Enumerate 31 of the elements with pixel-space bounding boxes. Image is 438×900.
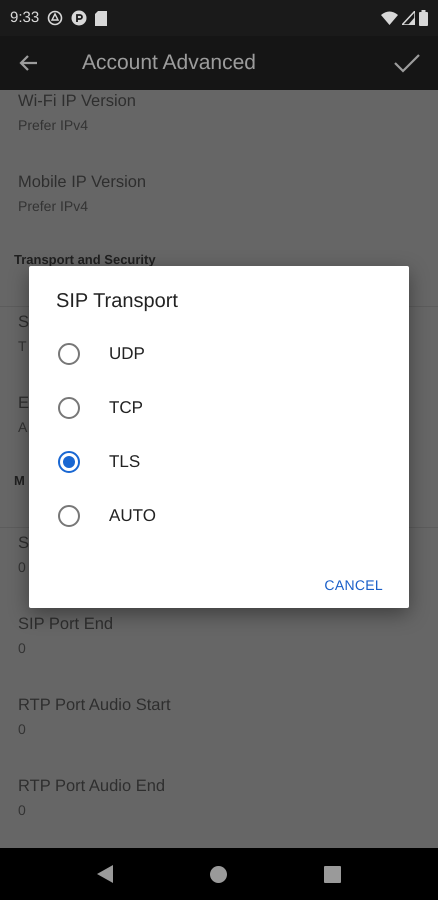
screen-title: Account Advanced	[82, 50, 256, 76]
preference-title: Mobile IP Version	[18, 172, 146, 193]
signal-icon	[402, 11, 415, 25]
radio-option[interactable]: UDP	[56, 327, 383, 381]
preference-title: RTP Port Audio Start	[18, 695, 171, 716]
notification-icon	[71, 10, 88, 26]
radio-option[interactable]: TCP	[56, 381, 383, 435]
radio-button[interactable]	[58, 397, 80, 419]
dialog-title: SIP Transport	[56, 290, 178, 312]
cancel-button[interactable]: CANCEL	[324, 567, 383, 604]
category-header: Transport and Security	[14, 251, 156, 269]
confirm-button[interactable]	[394, 53, 420, 73]
preference-title: Wi-Fi IP Version	[18, 91, 136, 112]
checkmark-icon	[394, 53, 420, 73]
radio-button[interactable]	[58, 505, 80, 527]
radio-button[interactable]	[58, 451, 80, 473]
status-time: 9:33	[10, 8, 40, 28]
radio-option[interactable]: TLS	[56, 435, 383, 489]
recents-square-icon[interactable]	[324, 866, 342, 882]
wifi-icon	[381, 11, 398, 25]
radio-option[interactable]: AUTO	[56, 489, 383, 543]
notification-icon	[47, 10, 64, 26]
battery-icon	[419, 10, 428, 26]
back-button[interactable]	[18, 54, 38, 72]
radio-button[interactable]	[58, 343, 80, 365]
back-arrow-icon	[18, 54, 38, 72]
home-circle-icon[interactable]	[210, 866, 227, 882]
back-triangle-icon[interactable]	[96, 865, 113, 883]
category-header: M	[14, 472, 25, 490]
preference-title: RTP Port Audio End	[18, 776, 166, 797]
sd-card-icon	[95, 10, 108, 26]
